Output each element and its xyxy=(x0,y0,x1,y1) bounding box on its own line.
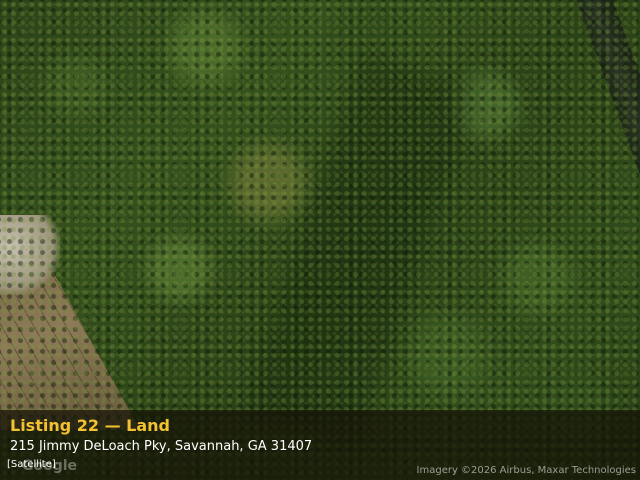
listing-address: 215 Jimmy DeLoach Pky, Savannah, GA 3140… xyxy=(10,439,313,454)
tree-canopy-texture xyxy=(0,0,640,480)
listing-title: Listing 22 — Land xyxy=(10,416,170,435)
satellite-map[interactable] xyxy=(0,0,640,480)
imagery-attribution: Imagery ©2026 Airbus, Maxar Technologies xyxy=(416,465,636,476)
map-type-label: [Satellite] xyxy=(7,459,56,470)
